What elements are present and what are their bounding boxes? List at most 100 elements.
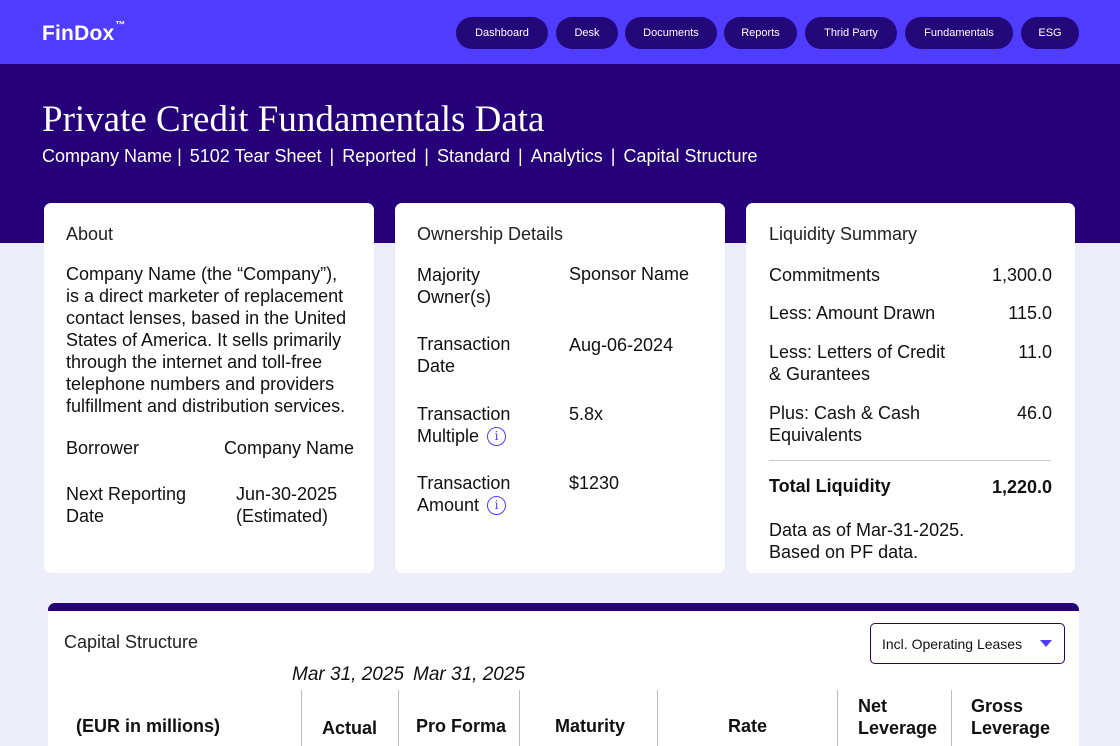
description-line: States of America. It sells primarily: [66, 330, 342, 350]
transaction-multiple-value: 5.8x: [569, 404, 604, 424]
label-line: Less: Letters of Credit: [769, 342, 946, 362]
actual-date-header: Mar 31, 2025: [292, 664, 404, 685]
info-icon[interactable]: i: [487, 495, 507, 515]
total-liquidity-label: Total Liquidity: [769, 476, 891, 496]
transaction-amount-label: Transaction Amount i: [417, 472, 510, 516]
description-line: through the internet and toll-free: [66, 352, 323, 372]
ownership-card-title: Ownership Details: [417, 224, 564, 244]
transaction-date-label: Transaction Date: [417, 333, 510, 377]
label-line: Transaction: [417, 404, 511, 424]
label-line: Date: [66, 506, 105, 526]
note-line: Based on PF data.: [769, 542, 919, 562]
value-line: (Estimated): [236, 506, 329, 526]
nav-documents-button[interactable]: Documents: [625, 17, 717, 49]
cash-equivalents-label: Plus: Cash & Cash Equivalents: [769, 402, 920, 446]
amount-drawn-label: Less: Amount Drawn: [769, 303, 936, 323]
column-divider: [657, 690, 658, 746]
label-line: Transaction: [417, 473, 511, 493]
description-line: telephone numbers and providers: [66, 374, 335, 394]
amount-drawn-value: 115.0: [1008, 303, 1052, 323]
units-column-header: (EUR in millions): [76, 716, 220, 736]
breadcrumb-company-name[interactable]: Company Name: [42, 146, 172, 167]
letters-of-credit-value: 11.0: [1018, 342, 1052, 362]
borrower-label: Borrower: [66, 438, 140, 458]
letters-of-credit-label: Less: Letters of Credit & Gurantees: [769, 341, 945, 385]
actual-column-header[interactable]: Actual: [322, 717, 377, 739]
description-line: fulfillment and distribution services.: [66, 396, 346, 416]
transaction-amount-value: $1230: [569, 473, 620, 493]
info-icon[interactable]: i: [487, 426, 507, 446]
nav-esg-button[interactable]: ESG: [1021, 17, 1079, 49]
label-line: & Gurantees: [769, 364, 871, 384]
liquidity-divider: [769, 460, 1051, 461]
nav-dashboard-button[interactable]: Dashboard: [456, 17, 548, 49]
breadcrumb-separator: |: [424, 146, 429, 166]
column-divider: [519, 690, 520, 746]
breadcrumb-separator: |: [610, 146, 616, 166]
commitments-value: 1,300.0: [991, 265, 1052, 285]
breadcrumb-separator: |: [329, 146, 335, 166]
header-line: Net: [858, 696, 888, 716]
header-line: Leverage: [971, 718, 1051, 738]
label-line: Majority: [417, 265, 481, 285]
company-description: Company Name (the “Company”), is a direc…: [66, 263, 346, 417]
label-line: Next Reporting: [66, 484, 187, 504]
breadcrumb-separator: |: [177, 146, 182, 166]
page-title: Private Credit Fundamentals Data: [42, 99, 545, 140]
description-line: contact lenses, based in the United: [66, 308, 347, 328]
majority-owner-label: Majority Owner(s): [417, 264, 491, 308]
liquidity-summary-card: [746, 203, 1075, 573]
rate-column-header[interactable]: Rate: [728, 715, 767, 737]
commitments-label: Commitments: [769, 265, 881, 285]
breadcrumb-analytics[interactable]: Analytics: [531, 146, 603, 167]
liquidity-card-title: Liquidity Summary: [769, 224, 918, 244]
nav-fundamentals-button[interactable]: Fundamentals: [905, 17, 1013, 49]
maturity-column-header[interactable]: Maturity: [555, 715, 625, 737]
breadcrumb-capital-structure[interactable]: Capital Structure: [623, 146, 757, 167]
chevron-down-icon: [1040, 640, 1052, 647]
label-line: Owner(s): [417, 287, 492, 307]
liquidity-note: Data as of Mar-31-2025. Based on PF data…: [769, 519, 964, 563]
borrower-value: Company Name: [223, 438, 354, 458]
pro-forma-column-header[interactable]: Pro Forma: [416, 715, 506, 737]
nav-reports-button[interactable]: Reports: [724, 17, 797, 49]
label-line: Multiple: [417, 426, 480, 446]
column-divider: [398, 690, 399, 746]
operating-leases-dropdown[interactable]: Incl. Operating Leases: [870, 623, 1065, 664]
header-line: Leverage: [858, 718, 938, 738]
breadcrumb-standard[interactable]: Standard: [437, 146, 510, 167]
description-line: is a direct marketer of replacement: [66, 286, 344, 306]
breadcrumb: Company Name | 5102 Tear Sheet | Reporte…: [42, 146, 758, 167]
breadcrumb-separator: |: [518, 146, 523, 166]
note-line: Data as of Mar-31-2025.: [769, 520, 965, 540]
net-leverage-column-header[interactable]: Net Leverage: [858, 695, 937, 739]
column-divider: [951, 690, 952, 746]
label-line: Date: [417, 356, 456, 376]
breadcrumb-reported[interactable]: Reported: [342, 146, 416, 167]
value-line: Jun-30-2025: [236, 484, 338, 504]
column-divider: [837, 690, 838, 746]
capital-structure-title: Capital Structure: [64, 632, 199, 652]
nav-third-party-button[interactable]: Thrid Party: [805, 17, 897, 49]
about-card-title: About: [66, 224, 114, 244]
findox-logo[interactable]: FinDox™: [42, 20, 126, 46]
header-line: Gross: [971, 696, 1024, 716]
label-line: Transaction: [417, 334, 511, 354]
transaction-multiple-label: Transaction Multiple i: [417, 403, 510, 447]
nav-desk-button[interactable]: Desk: [556, 17, 618, 49]
gross-leverage-column-header[interactable]: Gross Leverage: [971, 695, 1050, 739]
label-line: Plus: Cash & Cash: [769, 403, 921, 423]
cash-equivalents-value: 46.0: [1016, 403, 1052, 423]
label-line: Amount: [417, 495, 480, 515]
majority-owner-value: Sponsor Name: [569, 264, 690, 284]
description-line: Company Name (the “Company”),: [66, 264, 338, 284]
column-divider: [301, 690, 302, 746]
total-liquidity-value: 1,220.0: [991, 477, 1052, 497]
pro-forma-date-header: Mar 31, 2025: [413, 664, 525, 685]
next-reporting-date-label: Next Reporting Date: [66, 483, 186, 527]
dropdown-selected-value: Incl. Operating Leases: [882, 635, 1023, 652]
ownership-details-card: [395, 203, 725, 573]
breadcrumb-tear-sheet[interactable]: 5102 Tear Sheet: [190, 146, 322, 167]
transaction-date-value: Aug-06-2024: [569, 335, 674, 355]
label-line: Equivalents: [769, 425, 863, 445]
